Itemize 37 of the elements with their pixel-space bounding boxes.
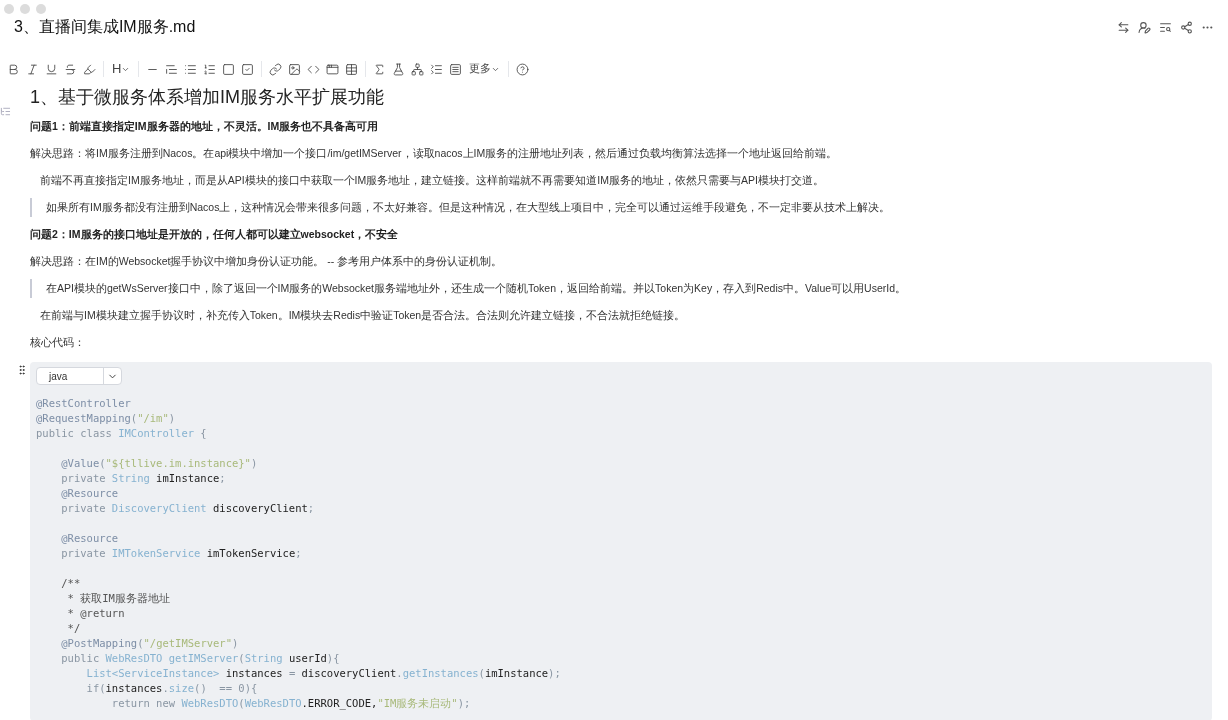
code-line: private DiscoveryClient discoveryClient;	[60, 501, 316, 516]
code-line: @Resource	[60, 531, 120, 546]
code-line: * 获取IM服务器地址	[66, 591, 171, 606]
code-line: private IMTokenService imTokenService;	[60, 546, 303, 561]
document-heading: 1、基于微服务体系增加IM服务水平扩展功能	[30, 86, 385, 109]
code-line: List<ServiceInstance> instances = discoveryClient.getInstances(imInstance);	[85, 666, 562, 681]
window-title: 3、直播间集成IM服务.md	[14, 17, 196, 37]
language-select[interactable]: java	[36, 367, 122, 385]
user-edit-icon[interactable]	[1138, 20, 1151, 34]
code-line: /**	[60, 576, 82, 591]
code-line: * @return	[66, 606, 126, 621]
code-line: @Resource	[60, 486, 120, 501]
more-dropdown[interactable]: 更多	[465, 61, 505, 77]
bold-paragraph: 问题2：IM服务的接口地址是开放的，任何人都可以建立websocket，不安全	[30, 227, 400, 242]
quote-paragraph: 在API模块的getWsServer接口中，除了返回一个IM服务的Websocket服务端地址外，还生成一个随机Token，返回给前端。并以Token为Key，存入到Redis中。Value可以用UserId。	[30, 279, 1212, 298]
paragraph: 解决思路：将IM服务注册到Nacos。在api模块中增加一个接口/im/getIMServer，读取nacos上IM服务的注册地址列表，然后通过负载均衡算法选择一个地址返回给前端。	[30, 146, 839, 161]
paragraph: 核心代码：	[30, 335, 86, 350]
search-icon[interactable]	[1159, 20, 1172, 34]
indented-paragraph: 前端不再直接指定IM服务地址，而是从API模块的接口中获取一个IM服务地址，建立链接。这样前端就不再需要知道IM服务的地址，依然只需要与API模块打交道。	[39, 173, 825, 188]
code-line: @Value("${tllive.im.instance}")	[60, 456, 259, 471]
code-line: @PostMapping("/getIMServer")	[60, 636, 240, 651]
code-line: */	[66, 621, 82, 636]
code-line: return new WebResDTO(WebResDTO.ERROR_CODE,"IM服务未启动");	[110, 696, 472, 711]
quote-paragraph: 如果所有IM服务都没有注册到Nacos上，这种情况会带来很多问题，不太好兼容。但是这种情况，在大型线上项目中，完全可以通过运维手段避免，不一定非要从技术上解决。	[30, 198, 1212, 217]
drag-handle-icon[interactable]	[16, 364, 28, 376]
bold-paragraph: 问题1：前端直接指定IM服务器的地址，不灵活。IM服务也不具备高可用	[30, 119, 380, 134]
code-line: private String imInstance;	[60, 471, 227, 486]
heading-dropdown[interactable]: H	[108, 59, 135, 79]
swap-icon[interactable]	[1117, 20, 1130, 34]
code-line: if(instances.size() == 0){	[85, 681, 259, 696]
share-icon[interactable]	[1180, 20, 1193, 34]
code-line: public class IMController {	[36, 426, 208, 441]
code-line: public WebResDTO getIMServer(String userId){	[60, 651, 341, 666]
paragraph: 解决思路：在IM的Websocket握手协议中增加身份认证功能。 -- 参考用户体系中的身份认证机制。	[30, 254, 504, 269]
code-line: @RestController	[36, 396, 132, 411]
indented-paragraph: 在前端与IM模块建立握手协议时，补充传入Token。IM模块去Redis中验证Token是否合法。合法则允许建立链接，不合法就拒绝链接。	[39, 308, 687, 323]
code-line: @RequestMapping("/im")	[36, 411, 177, 426]
